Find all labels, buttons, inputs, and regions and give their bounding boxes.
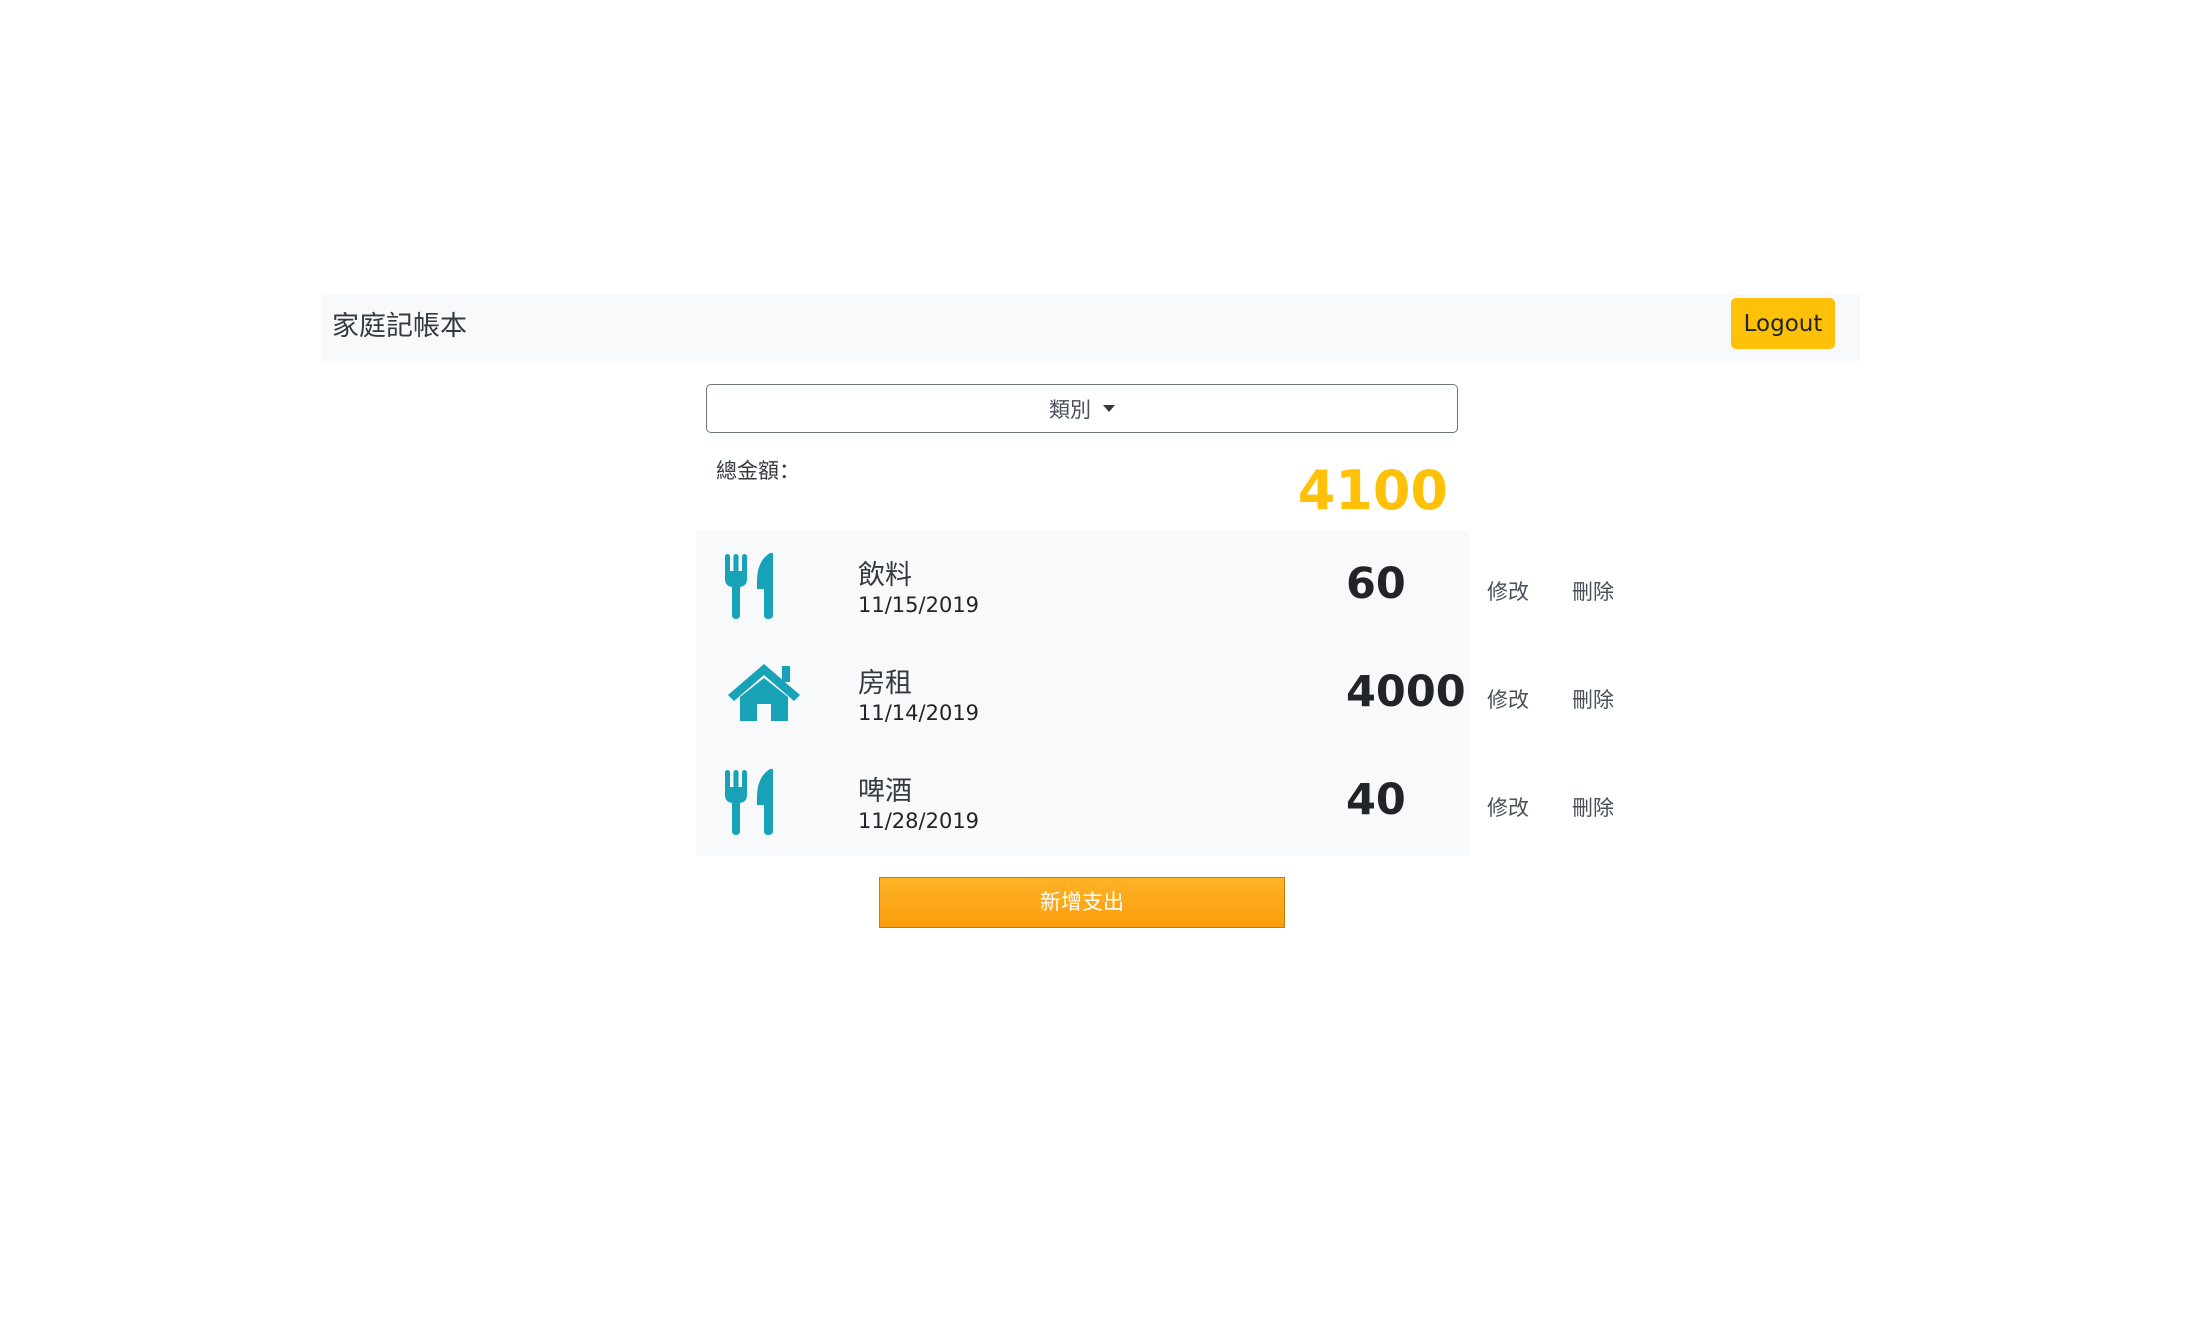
edit-link[interactable]: 修改	[1487, 684, 1529, 714]
delete-link[interactable]: 刪除	[1572, 792, 1614, 822]
expense-list: 飲料 11/15/2019 60 修改 刪除 房租 11/14/2019 400…	[696, 531, 1614, 856]
utensils-icon	[725, 552, 773, 619]
expense-date: 11/28/2019	[858, 809, 980, 833]
expense-title: 啤酒	[858, 776, 912, 807]
app-title: 家庭記帳本	[332, 311, 467, 342]
edit-link[interactable]: 修改	[1487, 792, 1529, 822]
delete-link[interactable]: 刪除	[1572, 684, 1614, 714]
expense-date: 11/15/2019	[858, 593, 980, 617]
home-icon	[728, 664, 800, 721]
expense-row: 啤酒 11/28/2019 40 修改 刪除	[696, 747, 1696, 855]
expense-title: 飲料	[858, 560, 912, 591]
expense-row: 房租 11/14/2019 4000 修改 刪除	[696, 639, 1696, 747]
caret-down-icon	[1103, 405, 1115, 412]
expense-amount: 60	[1346, 559, 1406, 609]
add-expense-button[interactable]: 新增支出	[879, 877, 1285, 928]
delete-link[interactable]: 刪除	[1572, 576, 1614, 606]
navbar: 家庭記帳本 Logout	[322, 294, 1860, 361]
utensils-icon	[725, 768, 773, 835]
expense-amount: 4000	[1346, 667, 1466, 717]
total-label: 總金額：	[716, 459, 800, 483]
total-amount: 4100	[1297, 459, 1448, 522]
expense-title: 房租	[858, 668, 912, 699]
expense-date: 11/14/2019	[858, 701, 980, 725]
edit-link[interactable]: 修改	[1487, 576, 1529, 606]
expense-amount: 40	[1346, 775, 1406, 825]
category-dropdown[interactable]: 類別	[706, 384, 1458, 433]
logout-button[interactable]: Logout	[1731, 298, 1835, 349]
expense-row: 飲料 11/15/2019 60 修改 刪除	[696, 531, 1696, 639]
category-dropdown-label: 類別	[1049, 397, 1091, 422]
